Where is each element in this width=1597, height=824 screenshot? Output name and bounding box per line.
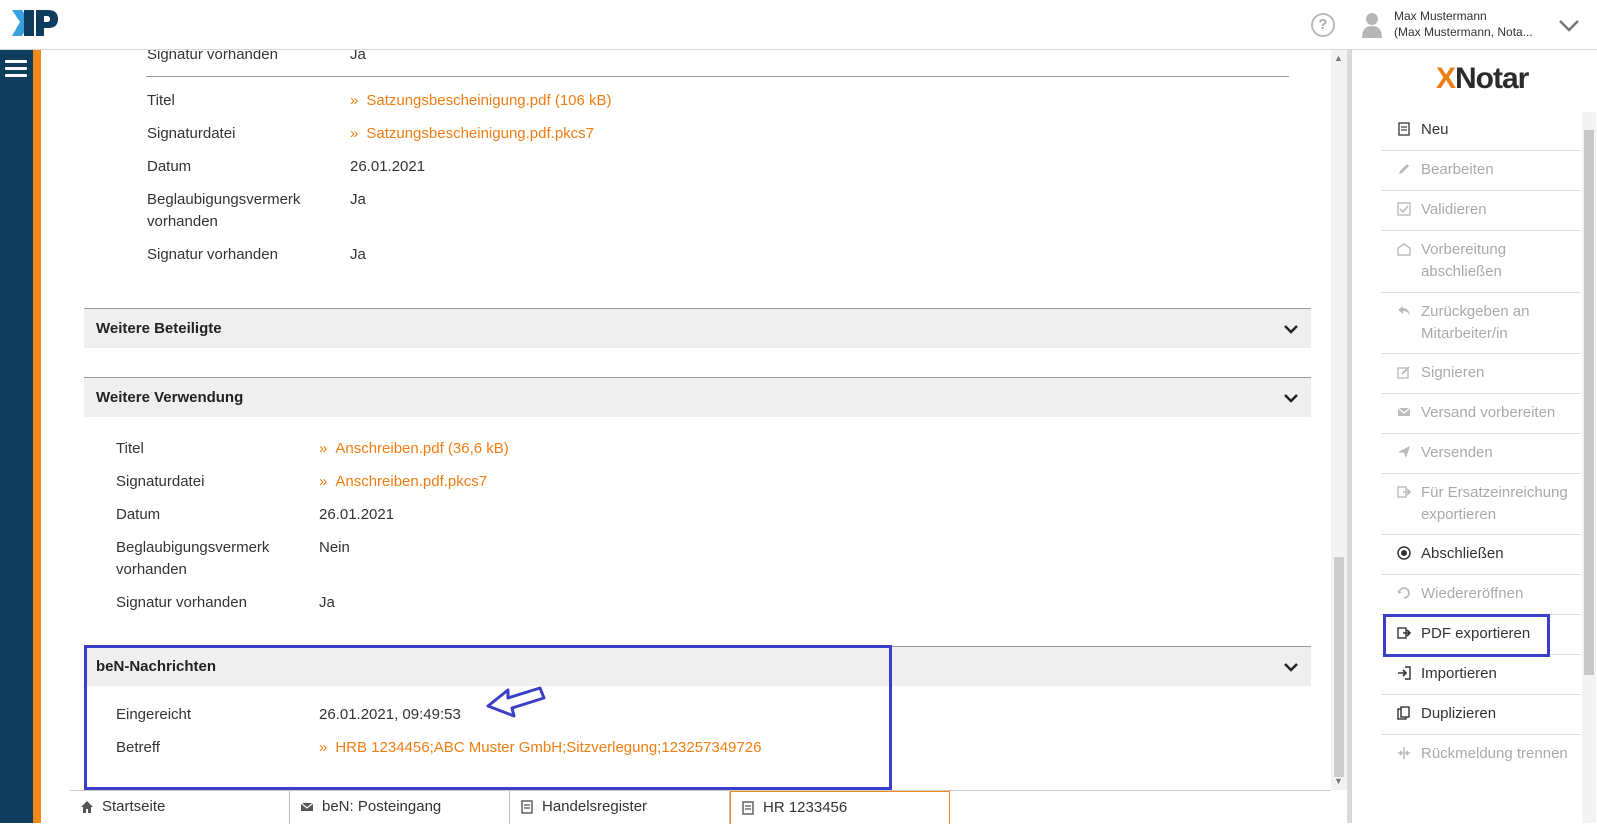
xnotar-logo: XNotar (1436, 62, 1529, 95)
field-value: Ja (350, 50, 366, 63)
left-nav-accent (33, 50, 41, 823)
reopen-icon (1397, 587, 1410, 599)
field-value: 26.01.2021 (350, 158, 426, 175)
menu-item-rueckmeldung-trennen[interactable]: Rückmeldung trennen (1381, 735, 1581, 797)
tab-bar: Startseite beN: Posteingang Handelsregis… (70, 790, 1331, 824)
section-header-weitere-beteiligte[interactable]: Weitere Beteiligte (84, 308, 1311, 348)
menu-item-versand-vorbereiten[interactable]: Versand vorbereiten (1381, 394, 1581, 434)
scrollbar-thumb[interactable] (1334, 557, 1344, 777)
envelope-icon (300, 802, 314, 811)
field-label: Signatur vorhanden (116, 594, 247, 611)
field-label: Beglaubigungsvermerk (147, 191, 301, 208)
chevron-down-icon[interactable] (1558, 14, 1580, 36)
menu-item-versenden[interactable]: Versenden (1381, 434, 1581, 474)
field-label: Beglaubigungsvermerk (116, 539, 270, 556)
field-label: vorhanden (116, 561, 187, 578)
pencil-icon (1399, 164, 1409, 174)
menu-item-duplizieren[interactable]: Duplizieren (1381, 695, 1581, 735)
menu-item-importieren[interactable]: Importieren (1381, 655, 1581, 695)
tab-startseite[interactable]: Startseite (70, 791, 290, 824)
tab-ben-posteingang[interactable]: beN: Posteingang (290, 791, 510, 824)
split-icon (1398, 747, 1410, 759)
field-value: Ja (350, 246, 366, 263)
scroll-down-icon[interactable]: ▼ (1334, 776, 1343, 786)
field-label: Titel (116, 440, 144, 457)
send-icon (1398, 446, 1410, 458)
document-link[interactable]: Anschreiben.pdf (36,6 kB) (319, 438, 508, 460)
menu-item-ersatzeinreichung[interactable]: Für Ersatzeinreichung exportieren (1381, 474, 1581, 535)
field-label: vorhanden (147, 213, 218, 230)
document-icon (521, 800, 533, 814)
field-value: 26.01.2021 (319, 506, 395, 523)
menu-item-neu[interactable]: Neu (1381, 111, 1581, 151)
top-bar: ? Max Mustermann (Max Mustermann, Nota..… (0, 0, 1597, 50)
signature-file-link[interactable]: Anschreiben.pdf.pkcs7 (319, 471, 487, 493)
envelope-icon (1397, 407, 1411, 416)
chevron-down-icon[interactable] (1283, 321, 1299, 337)
divider (146, 76, 1289, 77)
field-label: Titel (147, 92, 175, 109)
section-header-weitere-verwendung[interactable]: Weitere Verwendung (84, 377, 1311, 417)
main-scrollbar[interactable]: ▲ ▼ (1331, 50, 1347, 790)
field-label: Datum (147, 158, 192, 175)
annotation-arrow-icon (486, 686, 546, 718)
menu-item-bearbeiten[interactable]: Bearbeiten (1381, 151, 1581, 191)
menu-item-signieren[interactable]: Signieren (1381, 354, 1581, 394)
action-panel-scrollbar[interactable] (1582, 112, 1596, 823)
menu-item-vorbereitung-abschliessen[interactable]: Vorbereitung abschließen (1381, 231, 1581, 293)
field-label: Signaturdatei (147, 125, 236, 142)
scroll-up-icon[interactable]: ▲ (1334, 53, 1343, 63)
help-icon[interactable]: ? (1311, 13, 1335, 37)
chevron-down-icon[interactable] (1283, 390, 1299, 406)
signature-file-link[interactable]: Satzungsbescheinigung.pdf.pkcs7 (350, 123, 594, 145)
menu-item-validieren[interactable]: Validieren (1381, 191, 1581, 231)
field-value: Ja (319, 594, 335, 611)
menu-item-zurueckgeben[interactable]: Zurückgeben an Mitarbeiter/in (1381, 293, 1581, 354)
new-document-icon (1398, 122, 1410, 136)
field-label: Signaturdatei (116, 473, 205, 490)
import-icon (1398, 666, 1411, 680)
user-avatar-icon[interactable] (1362, 12, 1382, 38)
home-icon (81, 801, 93, 813)
field-value: Ja (350, 191, 366, 208)
xnp-logo[interactable] (10, 8, 60, 38)
tab-hr-1233456[interactable]: HR 1233456 (730, 791, 950, 824)
duplicate-icon (1397, 706, 1410, 720)
document-link[interactable]: Satzungsbescheinigung.pdf (106 kB) (350, 90, 611, 112)
tab-handelsregister[interactable]: Handelsregister (510, 791, 730, 824)
field-label: Datum (116, 506, 161, 523)
menu-item-abschliessen[interactable]: Abschließen (1381, 535, 1581, 575)
highlight-box-pdf-export (1383, 614, 1550, 657)
field-label: Signatur vorhanden (147, 50, 278, 63)
envelope-open-icon (1397, 243, 1411, 256)
document-icon (742, 801, 754, 815)
sign-icon (1397, 366, 1410, 379)
export-icon (1397, 486, 1411, 498)
field-value: Nein (319, 539, 350, 556)
chevron-down-icon[interactable] (1283, 659, 1299, 675)
checkbox-icon (1397, 202, 1411, 216)
reply-icon (1398, 306, 1410, 316)
left-nav-bar (0, 50, 33, 823)
field-label: Signatur vorhanden (147, 246, 278, 263)
scrollbar-thumb[interactable] (1584, 130, 1594, 675)
target-icon (1397, 546, 1411, 560)
hamburger-menu-icon[interactable] (5, 60, 27, 78)
menu-item-wiedereroeffnen[interactable]: Wiedereröffnen (1381, 575, 1581, 615)
user-name[interactable]: Max Mustermann (Max Mustermann, Nota... (1394, 8, 1533, 40)
